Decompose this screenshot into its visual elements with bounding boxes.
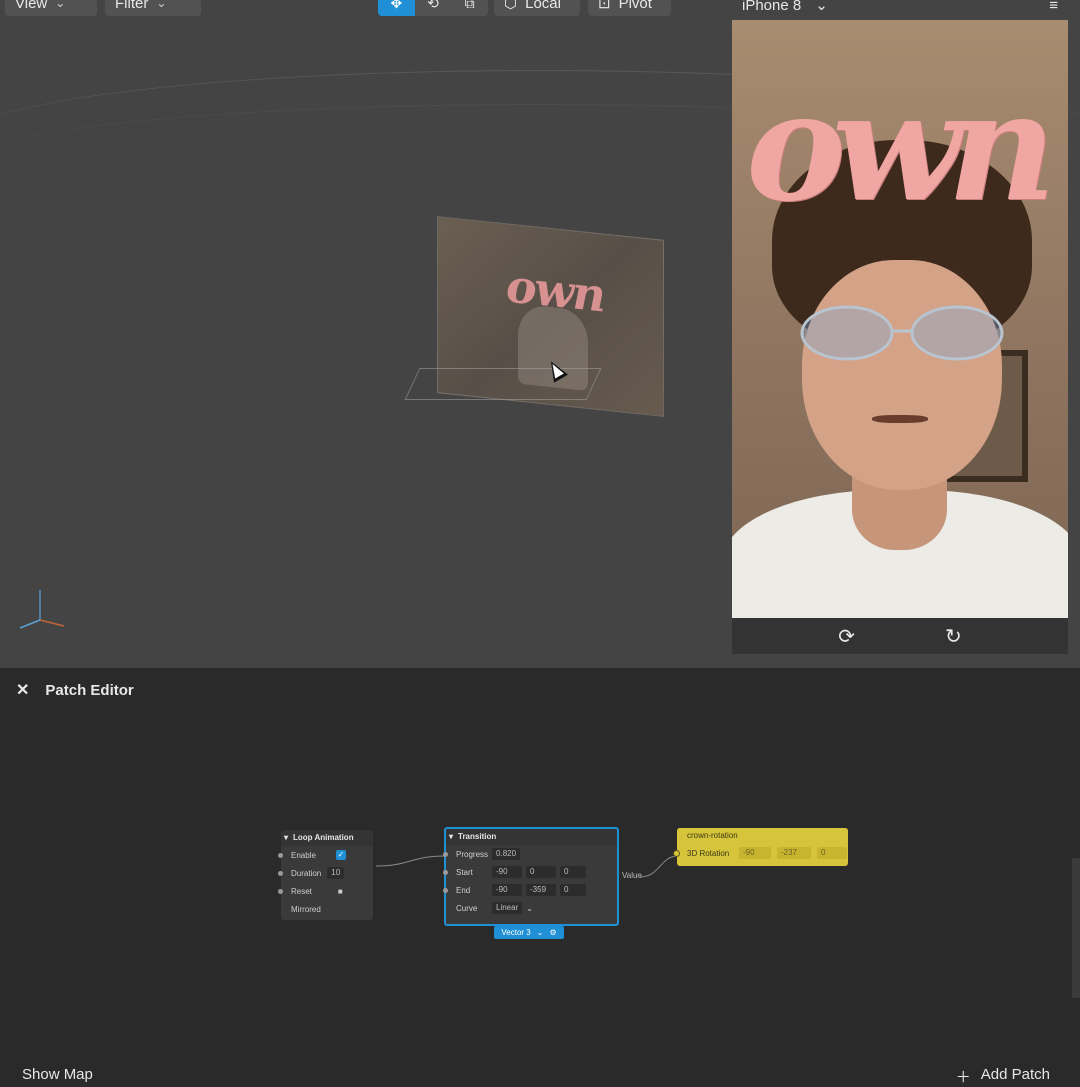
scale-tool-icon[interactable]: ⧉ — [451, 0, 488, 16]
enable-label: Enable — [291, 850, 316, 860]
device-name[interactable]: iPhone 8 — [742, 0, 801, 14]
input-port[interactable] — [278, 888, 283, 894]
end-y-field[interactable]: -359 — [526, 884, 556, 896]
chevron-down-icon[interactable]: ⌄ — [526, 904, 533, 913]
patch-title: Loop Animation — [281, 830, 373, 846]
filter-dropdown[interactable]: Filter ⌄ — [105, 0, 201, 16]
start-row: Start -90 0 0 — [443, 863, 617, 881]
filter-label: Filter — [115, 0, 149, 12]
input-port[interactable] — [673, 849, 680, 857]
rotation-z-field[interactable]: 0 — [817, 847, 847, 859]
rotation-x-field[interactable]: -90 — [739, 847, 771, 859]
scene-bounding-box — [404, 368, 602, 400]
hamburger-icon[interactable]: ≡ — [1049, 0, 1058, 14]
local-toggle[interactable]: ⬡ Local — [494, 0, 580, 16]
input-port[interactable] — [278, 852, 283, 858]
rotate-device-icon[interactable]: ↻ — [945, 624, 962, 649]
rotation-row: 3D Rotation -90 -237 0 — [673, 844, 848, 862]
add-patch-label: Add Patch — [980, 1066, 1050, 1083]
pivot-toggle[interactable]: ⊡ Pivot — [588, 0, 671, 16]
input-port[interactable] — [443, 851, 448, 857]
crown-effect-word: own — [746, 59, 1056, 235]
mirrored-label: Mirrored — [291, 904, 321, 914]
glasses — [800, 305, 1004, 361]
reset-pulse-icon[interactable]: ■ — [338, 887, 343, 896]
pivot-icon: ⊡ — [598, 0, 611, 12]
output-label: Value — [622, 871, 642, 880]
reset-label: Reset — [291, 886, 312, 896]
input-port[interactable] — [278, 870, 283, 876]
chevron-down-icon: ⌄ — [156, 0, 167, 10]
axis-gizmo-icon — [19, 590, 65, 629]
transform-tools: ✥ ⟲ ⧉ — [378, 0, 488, 16]
patch-editor: ✕ Patch Editor Loop Animation Enable ✓ D… — [0, 668, 1080, 1086]
crown-rotation-patch[interactable]: crown-rotation 3D Rotation -90 -237 0 — [673, 828, 848, 866]
start-label: Start — [456, 867, 473, 877]
curve-select[interactable]: Linear — [492, 902, 523, 914]
end-z-field[interactable]: 0 — [560, 884, 586, 896]
start-y-field[interactable]: 0 — [526, 866, 556, 878]
enable-row: Enable ✓ — [278, 846, 373, 864]
device-controls: ⟳ ↻ — [732, 618, 1068, 654]
enable-checkbox[interactable]: ✓ — [335, 850, 346, 860]
show-map-button[interactable]: Show Map — [22, 1066, 93, 1083]
rotate-tool-icon[interactable]: ⟲ — [415, 0, 452, 16]
scene-viewport[interactable]: View ⌄ Filter ⌄ ✥ ⟲ ⧉ ⬡ Local ⊡ Pivot ow… — [0, 0, 1080, 668]
switch-camera-icon[interactable]: ⟳ — [838, 624, 855, 649]
transition-patch[interactable]: Transition Progress 0.820 Start -90 0 0 … — [443, 827, 619, 926]
duration-row: Duration 10 — [278, 864, 373, 882]
curve-label: Curve — [456, 903, 478, 913]
rotation-y-field[interactable]: -237 — [777, 847, 811, 859]
mirrored-row: Mirrored — [281, 900, 373, 918]
duration-field[interactable]: 10 — [327, 867, 345, 879]
chevron-down-icon[interactable]: ⌄ — [815, 0, 828, 14]
input-port[interactable] — [443, 869, 448, 875]
rotation-label: 3D Rotation — [687, 848, 730, 858]
device-preview: own — [732, 20, 1068, 618]
loop-animation-patch[interactable]: Loop Animation Enable ✓ Duration 10 Rese… — [278, 830, 373, 920]
gear-icon[interactable]: ⚙ — [549, 928, 556, 937]
end-label: End — [456, 885, 471, 895]
progress-field[interactable]: 0.820 — [492, 848, 521, 860]
show-map-label: Show Map — [22, 1066, 93, 1083]
end-row: End -90 -359 0 — [443, 881, 617, 899]
move-tool-icon[interactable]: ✥ — [378, 0, 415, 16]
progress-label: Progress — [456, 849, 489, 859]
pivot-label: Pivot — [618, 0, 652, 12]
plus-icon: ＋ — [955, 1069, 971, 1086]
start-z-field[interactable]: 0 — [560, 866, 586, 878]
input-port[interactable] — [443, 887, 448, 893]
local-label: Local — [525, 0, 561, 12]
duration-label: Duration — [291, 868, 322, 878]
person-moustache — [872, 415, 928, 423]
type-badge[interactable]: Vector 3 ⌄ ⚙ — [494, 926, 564, 939]
device-bar: iPhone 8 ⌄ ≡ — [732, 0, 1068, 18]
curve-row: Curve Linear ⌄ — [446, 899, 617, 917]
chevron-down-icon: ⌄ — [55, 0, 66, 10]
reset-row: Reset ■ — [278, 882, 373, 900]
end-x-field[interactable]: -90 — [492, 884, 522, 896]
start-x-field[interactable]: -90 — [492, 866, 522, 878]
person-face — [802, 260, 1002, 490]
patch-title: crown-rotation — [677, 828, 848, 844]
cube-icon: ⬡ — [504, 0, 518, 12]
view-label: View — [15, 0, 48, 12]
chevron-down-icon: ⌄ — [536, 928, 544, 937]
type-label: Vector 3 — [501, 928, 531, 937]
view-dropdown[interactable]: View ⌄ — [5, 0, 97, 16]
patch-title: Transition — [446, 829, 617, 845]
progress-row: Progress 0.820 — [443, 845, 617, 863]
add-patch-button[interactable]: ＋ Add Patch — [956, 1066, 1050, 1087]
